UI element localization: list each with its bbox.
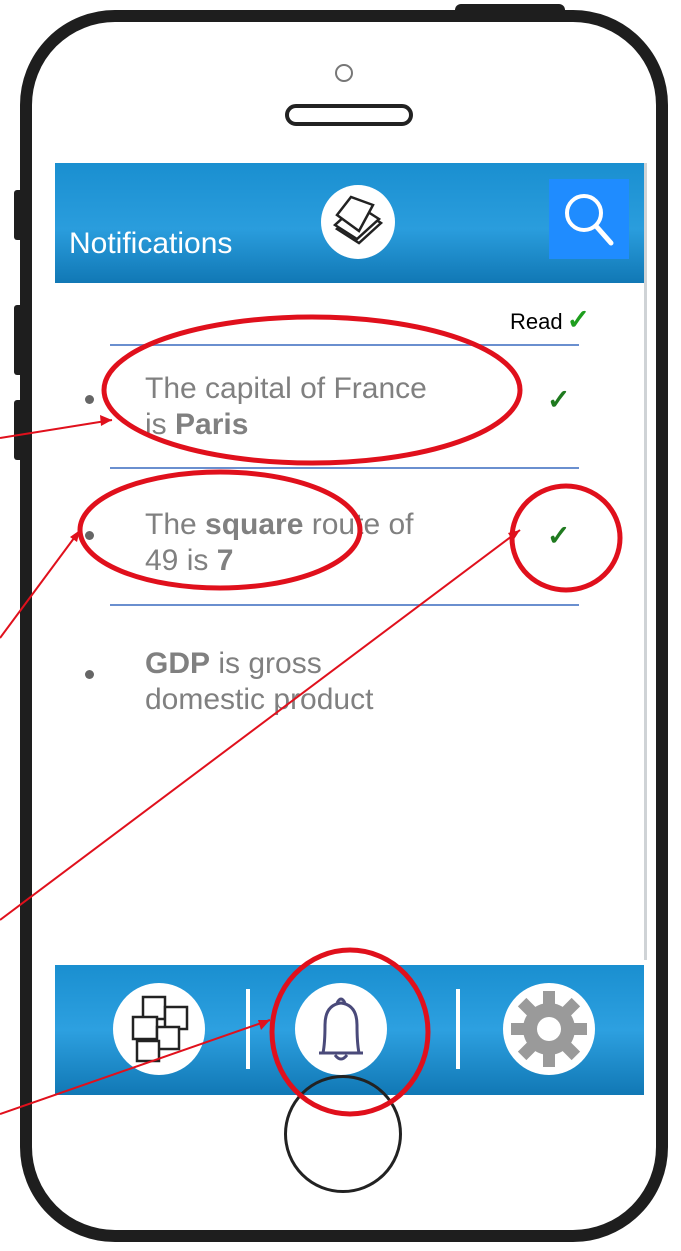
bell-icon [319, 997, 363, 1061]
notification-line: The capital of France [145, 372, 427, 405]
tab-settings[interactable] [503, 983, 595, 1075]
bullet-icon [85, 531, 94, 540]
bullet-icon [85, 395, 94, 404]
app-header: Notifications [55, 163, 644, 283]
notification-text: The capital of France is Paris [145, 371, 427, 443]
notification-keyword: 7 [216, 544, 234, 577]
search-icon [565, 194, 614, 246]
notification-line: 49 is [145, 544, 217, 577]
read-column-header: Read ✓ [510, 303, 590, 336]
bullet-icon [85, 670, 94, 679]
tab-separator [246, 989, 250, 1069]
app-screen: Notifications Read ✓ The capital of Franc… [55, 163, 647, 1095]
camera-icon [335, 64, 353, 82]
notification-keyword: GDP [145, 647, 211, 680]
notification-line: route of [303, 508, 414, 541]
notification-line: is gross [210, 647, 322, 680]
notification-line: The [145, 508, 206, 541]
read-checkmark-icon[interactable]: ✓ [547, 383, 570, 416]
search-button[interactable] [549, 179, 629, 259]
notification-keyword: Paris [175, 408, 249, 441]
divider [110, 344, 579, 346]
notification-line: is [145, 408, 175, 441]
notification-keyword: square [205, 508, 304, 541]
stack-of-notes-icon[interactable] [321, 185, 395, 259]
tab-separator [456, 989, 460, 1069]
divider [110, 604, 579, 606]
read-checkmark-icon[interactable]: ✓ [547, 519, 570, 552]
gear-icon [511, 991, 587, 1067]
tab-notifications[interactable] [295, 983, 387, 1075]
divider [110, 467, 579, 469]
notification-line: domestic product [145, 683, 374, 716]
notification-text: GDP is gross domestic product [145, 646, 373, 718]
notes-collection-icon [131, 995, 189, 1063]
tab-notes[interactable] [113, 983, 205, 1075]
home-button[interactable] [284, 1075, 402, 1193]
page-title: Notifications [69, 227, 233, 260]
speaker-grille [285, 104, 413, 126]
notification-text: The square route of 49 is 7 [145, 507, 414, 579]
read-label: Read [510, 309, 563, 334]
checkmark-icon: ✓ [566, 304, 591, 335]
